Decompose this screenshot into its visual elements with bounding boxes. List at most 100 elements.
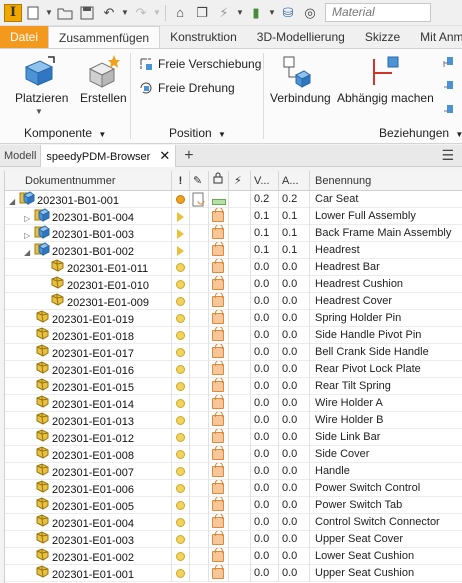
- dropdown-arrow-icon[interactable]: ▼: [267, 3, 277, 23]
- free-rotate-icon[interactable]: [138, 80, 154, 99]
- table-row[interactable]: ▷ 202301-B01-003 0.1 0.1 Back Frame Main Ass…: [5, 225, 462, 242]
- cell-lightning: [229, 514, 251, 531]
- table-row[interactable]: ◢ 202301-B01-001 0.2 0.2 Car Seat: [5, 191, 462, 208]
- dropdown-arrow-icon[interactable]: ▼: [235, 3, 245, 23]
- table-row[interactable]: 202301-E01-006 0.0 0.0 Power Switch Control: [5, 480, 462, 497]
- cell-version: 0.0: [251, 412, 279, 429]
- joint-icon[interactable]: [282, 55, 312, 92]
- tab-speedypdm-browser[interactable]: speedyPDM-Browser ✕: [40, 144, 177, 167]
- cell-a: 0.0: [279, 361, 310, 378]
- collapse-icon[interactable]: ◢: [9, 193, 19, 208]
- table-row[interactable]: 202301-E01-019 0.0 0.0 Spring Holder Pin: [5, 310, 462, 327]
- table-row[interactable]: 202301-E01-013 0.0 0.0 Wire Holder B: [5, 412, 462, 429]
- table-row[interactable]: 202301-E01-007 0.0 0.0 Handle: [5, 463, 462, 480]
- erstellen-button[interactable]: Erstellen: [80, 91, 127, 105]
- table-row[interactable]: 202301-E01-004 0.0 0.0 Control Switch Conne…: [5, 514, 462, 531]
- table-row[interactable]: 202301-E01-011 0.0 0.0 Headrest Bar: [5, 259, 462, 276]
- part-icon: [34, 429, 50, 446]
- tab-konstruktion[interactable]: Konstruktion: [160, 26, 247, 48]
- table-row[interactable]: 202301-E01-001 0.0 0.0 Upper Seat Cushion: [5, 565, 462, 582]
- tab-zusammenfuegen[interactable]: Zusammenfügen: [48, 26, 161, 48]
- place-component-icon[interactable]: [22, 55, 56, 92]
- show-constraints-icon[interactable]: [441, 53, 461, 136]
- verbindung-button[interactable]: Verbindung: [270, 91, 331, 105]
- network-icon[interactable]: ⛁: [277, 3, 299, 23]
- table-row[interactable]: 202301-E01-015 0.0 0.0 Rear Tilt Spring: [5, 378, 462, 395]
- cell-edit: [190, 191, 209, 208]
- tab-mit-anmerkungen[interactable]: Mit Anm: [410, 26, 462, 48]
- cell-benennung: Upper Seat Cover: [315, 533, 404, 545]
- col-dokumentnummer[interactable]: Dokumentnummer: [5, 171, 172, 191]
- table-row[interactable]: 202301-E01-002 0.0 0.0 Lower Seat Cushion: [5, 548, 462, 565]
- col-lock[interactable]: [209, 171, 229, 191]
- copy-icon[interactable]: ❐: [191, 3, 213, 23]
- cell-edit: [190, 480, 209, 497]
- cell-lightning: [229, 293, 251, 310]
- new-document-icon[interactable]: [22, 3, 44, 23]
- chevron-down-icon[interactable]: ▼: [35, 107, 43, 116]
- material-select[interactable]: Material: [325, 3, 431, 22]
- abhaengig-machen-button[interactable]: Abhängig machen: [337, 91, 434, 105]
- dropdown-arrow-icon[interactable]: ▼: [120, 3, 130, 23]
- free-move-icon[interactable]: [138, 56, 154, 75]
- cell-version: 0.0: [251, 480, 279, 497]
- constrain-icon[interactable]: [366, 55, 400, 92]
- col-lightning[interactable]: ⚡: [229, 171, 251, 191]
- group-position[interactable]: Position ▼: [169, 126, 226, 140]
- grid-header: Dokumentnummer ! ✎ ⚡ V... A... Benennung: [5, 171, 462, 191]
- document-number: 202301-E01-008: [52, 449, 134, 462]
- inventor-logo-icon[interactable]: I: [4, 3, 22, 22]
- expand-icon[interactable]: ▷: [24, 210, 34, 225]
- tab-3d-modellierung[interactable]: 3D-Modellierung: [247, 26, 355, 48]
- platzieren-button[interactable]: Platzieren: [15, 91, 68, 105]
- battery-icon[interactable]: ▮: [245, 3, 267, 23]
- col-edit[interactable]: ✎: [190, 171, 209, 191]
- cell-lock: [209, 259, 229, 276]
- table-row[interactable]: ◢ 202301-B01-002 0.1 0.1 Headrest: [5, 242, 462, 259]
- cell-version: 0.0: [251, 548, 279, 565]
- table-row[interactable]: 202301-E01-005 0.0 0.0 Power Switch Tab: [5, 497, 462, 514]
- add-tab-icon[interactable]: +: [180, 147, 197, 165]
- appearance-icon[interactable]: ◎: [299, 3, 321, 23]
- table-row[interactable]: 202301-E01-016 0.0 0.0 Rear Pivot Lock Plat…: [5, 361, 462, 378]
- table-row[interactable]: 202301-E01-018 0.0 0.0 Side Handle Pivot Pi…: [5, 327, 462, 344]
- table-row[interactable]: 202301-E01-003 0.0 0.0 Upper Seat Cover: [5, 531, 462, 548]
- lightning-icon: ⚡: [234, 175, 242, 187]
- group-beziehungen[interactable]: Beziehungen ▼: [379, 126, 462, 140]
- table-row[interactable]: 202301-E01-014 0.0 0.0 Wire Holder A: [5, 395, 462, 412]
- create-component-icon[interactable]: [86, 55, 120, 92]
- open-folder-icon[interactable]: [54, 3, 76, 23]
- redo-icon[interactable]: ↷: [130, 3, 152, 23]
- table-row[interactable]: 202301-E01-008 0.0 0.0 Side Cover: [5, 446, 462, 463]
- table-row[interactable]: 202301-E01-009 0.0 0.0 Headrest Cover: [5, 293, 462, 310]
- undo-icon[interactable]: ↶: [98, 3, 120, 23]
- table-row[interactable]: 202301-E01-012 0.0 0.0 Side Link Bar: [5, 429, 462, 446]
- freie-drehung-button[interactable]: Freie Drehung: [158, 81, 235, 95]
- dropdown-arrow-icon[interactable]: ▼: [44, 3, 54, 23]
- table-row[interactable]: 202301-E01-017 0.0 0.0 Bell Crank Side Hand…: [5, 344, 462, 361]
- select-icon[interactable]: ⚡: [213, 3, 235, 23]
- status-dot-icon: [176, 331, 185, 340]
- table-row[interactable]: ▷ 202301-B01-004 0.1 0.1 Lower Full Assembly: [5, 208, 462, 225]
- collapse-icon[interactable]: ◢: [24, 244, 34, 259]
- part-icon: [34, 327, 50, 344]
- home-icon[interactable]: ⌂: [169, 3, 191, 23]
- lock-icon: [212, 327, 224, 341]
- table-row[interactable]: 202301-E01-010 0.0 0.0 Headrest Cushion: [5, 276, 462, 293]
- part-icon: [34, 514, 50, 531]
- status-dot-icon: [176, 484, 185, 493]
- close-icon[interactable]: ✕: [159, 148, 170, 163]
- col-version[interactable]: V...: [251, 171, 279, 191]
- menu-icon[interactable]: ☰: [437, 147, 458, 164]
- dropdown-arrow-icon[interactable]: ▼: [152, 3, 162, 23]
- col-a[interactable]: A...: [279, 171, 310, 191]
- group-komponente[interactable]: Komponente ▼: [24, 126, 106, 140]
- col-warning[interactable]: !: [172, 171, 190, 191]
- col-benennung[interactable]: Benennung: [310, 171, 462, 191]
- tab-skizze[interactable]: Skizze: [355, 26, 410, 48]
- tab-modell[interactable]: Modell: [0, 150, 40, 162]
- tab-datei[interactable]: Datei: [0, 26, 49, 48]
- save-icon[interactable]: [76, 3, 98, 23]
- expand-icon[interactable]: ▷: [24, 227, 34, 242]
- freie-verschiebung-button[interactable]: Freie Verschiebung: [158, 57, 261, 71]
